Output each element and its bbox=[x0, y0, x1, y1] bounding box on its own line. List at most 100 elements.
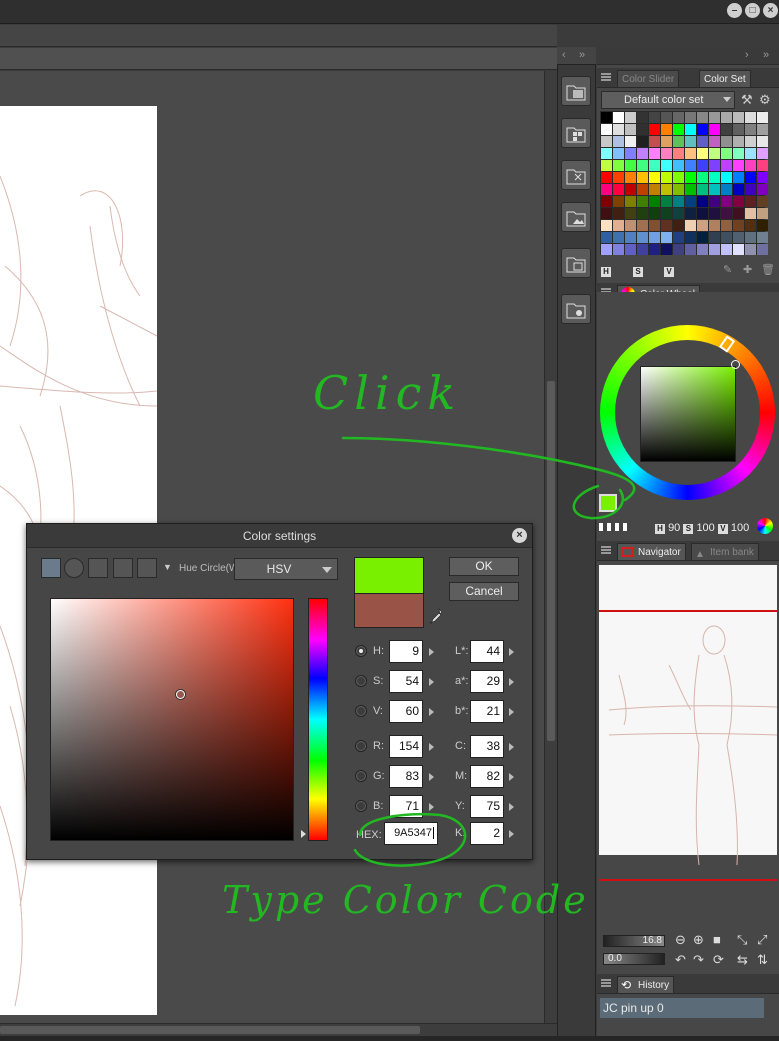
zoom-in-icon[interactable]: ⊕ bbox=[693, 932, 704, 948]
color-swatch[interactable] bbox=[709, 148, 720, 159]
color-swatch[interactable] bbox=[697, 172, 708, 183]
color-swatch[interactable] bbox=[745, 112, 756, 123]
color-swatch[interactable] bbox=[685, 244, 696, 255]
color-swatch[interactable] bbox=[757, 196, 768, 207]
scrollbar-thumb[interactable] bbox=[0, 1026, 420, 1034]
color-swatch[interactable] bbox=[745, 220, 756, 231]
panel-next-icon[interactable]: » bbox=[763, 49, 769, 61]
color-swatch[interactable] bbox=[649, 208, 660, 219]
color-swatch[interactable] bbox=[757, 244, 768, 255]
color-swatch[interactable] bbox=[697, 148, 708, 159]
color-swatch[interactable] bbox=[661, 136, 672, 147]
color-swatch[interactable] bbox=[745, 184, 756, 195]
chevron-right-icon[interactable] bbox=[509, 803, 514, 811]
color-swatch[interactable] bbox=[757, 112, 768, 123]
close-icon[interactable]: × bbox=[512, 528, 527, 543]
color-swatch[interactable] bbox=[637, 160, 648, 171]
color-swatch[interactable] bbox=[685, 232, 696, 243]
color-swatch[interactable] bbox=[637, 244, 648, 255]
color-swatch[interactable] bbox=[733, 124, 744, 135]
tab-color-slider[interactable]: Color Slider bbox=[617, 70, 680, 87]
chevron-right-icon[interactable] bbox=[509, 648, 514, 656]
color-swatch[interactable] bbox=[637, 232, 648, 243]
rotate-left-icon[interactable]: ↶ bbox=[675, 952, 686, 968]
color-swatch[interactable] bbox=[625, 196, 636, 207]
color-swatch[interactable] bbox=[709, 220, 720, 231]
color-swatch[interactable] bbox=[613, 148, 624, 159]
color-swatch[interactable] bbox=[613, 172, 624, 183]
color-swatch[interactable] bbox=[613, 136, 624, 147]
sub-tool-button[interactable] bbox=[561, 160, 591, 190]
color-swatch[interactable] bbox=[685, 136, 696, 147]
cancel-button[interactable]: Cancel bbox=[449, 582, 519, 601]
color-swatch[interactable] bbox=[685, 208, 696, 219]
color-swatch[interactable] bbox=[601, 184, 612, 195]
color-swatch[interactable] bbox=[661, 172, 672, 183]
chevron-right-icon[interactable] bbox=[429, 678, 434, 686]
color-swatch[interactable] bbox=[685, 160, 696, 171]
color-swatch[interactable] bbox=[697, 220, 708, 231]
color-swatch[interactable] bbox=[697, 232, 708, 243]
chevron-right-icon[interactable] bbox=[429, 743, 434, 751]
navigator-preview[interactable] bbox=[599, 565, 777, 881]
color-swatch-grid[interactable] bbox=[600, 111, 768, 255]
color-swatch[interactable] bbox=[661, 112, 672, 123]
sv-square-wheel[interactable] bbox=[640, 366, 736, 462]
expand-right-icon[interactable]: » bbox=[579, 49, 585, 61]
menu-icon[interactable] bbox=[601, 73, 611, 81]
color-swatch[interactable] bbox=[649, 220, 660, 231]
color-swatch[interactable] bbox=[649, 184, 660, 195]
color-swatch[interactable] bbox=[613, 208, 624, 219]
minimize-icon[interactable]: – bbox=[727, 3, 742, 18]
field-input[interactable]: 21 bbox=[470, 700, 504, 723]
color-swatch[interactable] bbox=[661, 124, 672, 135]
color-swatch[interactable] bbox=[733, 232, 744, 243]
color-swatch[interactable] bbox=[673, 148, 684, 159]
color-swatch[interactable] bbox=[709, 196, 720, 207]
color-swatch[interactable] bbox=[625, 160, 636, 171]
tab-navigator[interactable]: Navigator bbox=[617, 543, 686, 560]
color-swatch[interactable] bbox=[649, 196, 660, 207]
color-swatch[interactable] bbox=[625, 232, 636, 243]
field-input[interactable]: 60 bbox=[389, 700, 423, 723]
color-swatch[interactable] bbox=[685, 184, 696, 195]
color-swatch[interactable] bbox=[613, 232, 624, 243]
square-mode-icon[interactable] bbox=[41, 558, 61, 578]
color-swatch[interactable] bbox=[625, 244, 636, 255]
color-swatch[interactable] bbox=[721, 148, 732, 159]
color-swatch[interactable] bbox=[625, 172, 636, 183]
chevron-right-icon[interactable] bbox=[429, 708, 434, 716]
circle-mode-icon[interactable] bbox=[64, 558, 84, 578]
color-swatch[interactable] bbox=[625, 184, 636, 195]
hue-slider-handle[interactable] bbox=[301, 830, 306, 838]
chevron-right-icon[interactable] bbox=[509, 743, 514, 751]
menu-icon[interactable] bbox=[601, 979, 611, 987]
3d-object-button[interactable] bbox=[561, 248, 591, 278]
color-swatch[interactable] bbox=[601, 220, 612, 231]
camera-button[interactable] bbox=[561, 294, 591, 324]
color-swatch[interactable] bbox=[673, 172, 684, 183]
previous-color-swatch[interactable] bbox=[354, 593, 424, 628]
color-swatch[interactable] bbox=[697, 196, 708, 207]
tab-item-bank[interactable]: ▲ Item bank bbox=[691, 543, 759, 560]
color-swatch[interactable] bbox=[721, 220, 732, 231]
chevron-right-icon[interactable] bbox=[429, 648, 434, 656]
field-input[interactable]: 2 bbox=[470, 822, 504, 845]
color-swatch[interactable] bbox=[685, 172, 696, 183]
rotate-right-icon[interactable]: ↷ bbox=[693, 952, 704, 968]
color-swatch[interactable] bbox=[601, 172, 612, 183]
color-swatch[interactable] bbox=[637, 196, 648, 207]
color-swatch[interactable] bbox=[733, 136, 744, 147]
color-swatch[interactable] bbox=[649, 136, 660, 147]
sv-marker[interactable] bbox=[176, 690, 185, 699]
color-swatch[interactable] bbox=[697, 160, 708, 171]
material-button[interactable] bbox=[561, 202, 591, 232]
color-swatch[interactable] bbox=[673, 112, 684, 123]
color-swatch[interactable] bbox=[685, 112, 696, 123]
channel-radio[interactable] bbox=[355, 770, 367, 782]
color-swatch[interactable] bbox=[709, 232, 720, 243]
field-input[interactable]: 71 bbox=[389, 795, 423, 818]
color-swatch[interactable] bbox=[625, 208, 636, 219]
color-swatch[interactable] bbox=[601, 124, 612, 135]
color-swatch[interactable] bbox=[637, 112, 648, 123]
